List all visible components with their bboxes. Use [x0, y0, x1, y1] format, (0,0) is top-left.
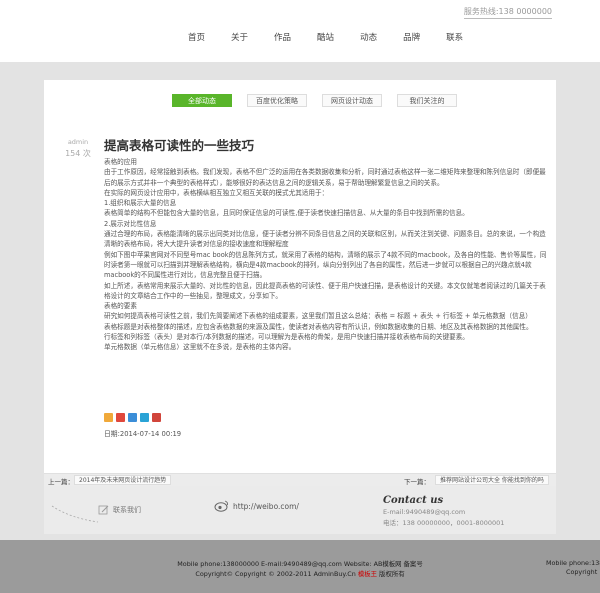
contact-us-title: Contact us — [383, 495, 444, 506]
article-meta: admin 154 次 — [56, 138, 100, 159]
prev-label: 上一篇： — [48, 478, 74, 486]
author-name: admin — [67, 138, 89, 146]
article-paragraph: 行标签和列标签（表头）是对本行/本列数据的描述，可以理解为是表格的骨架，是用户快… — [104, 333, 469, 342]
copyright-highlight[interactable]: 模板王 — [358, 570, 377, 578]
article-paragraph: 由于工作原因，经常接触到表格。我们发现，表格不但广泛的运用在各类数据收集和分析，… — [104, 168, 546, 187]
article-paragraph: 2.展示对比性信息 — [104, 219, 157, 228]
contact-us-label: 联系我们 — [113, 505, 141, 514]
main-nav: 首页 关于 作品 酷站 动态 品牌 联系 — [188, 31, 489, 43]
article-paragraph: 表格简单的结构不但能包含大量的信息，且同时保证信息的可读性,便于读者快速扫描信息… — [104, 209, 469, 218]
footer-copyright-line: Copyright© Copyright © 2002-2011 AdminBu… — [0, 569, 600, 578]
tab-all-news[interactable]: 全部动态 — [172, 94, 232, 107]
nav-news[interactable]: 动态 — [360, 31, 377, 43]
article-paragraph: 1.组织和展示大量的信息 — [104, 199, 177, 208]
article-category: 表格的应用 — [104, 158, 137, 166]
tab-our-focus[interactable]: 我们关注的 — [397, 94, 457, 107]
hotline-text: 服务热线:138 0000000 — [463, 6, 552, 19]
prev-next-bar: 上一篇： 2014年及未来网页设计流行趋势 下一篇： 推荐网站设计公司大全 你能… — [44, 473, 556, 486]
article-paragraph: 在实际的网页设计应用中，表格横纵相互独立又相互关联的模式尤其适用于： — [104, 188, 329, 197]
category-tabs: 全部动态 百度优化策略 网页设计动态 我们关注的 — [172, 94, 472, 107]
article-paragraph: 表格的要素 — [104, 302, 137, 311]
nav-brand[interactable]: 品牌 — [403, 31, 420, 43]
renren-icon[interactable] — [128, 413, 137, 422]
nav-contact[interactable]: 联系 — [446, 31, 463, 43]
article-title: 提高表格可读性的一些技巧 — [104, 138, 255, 153]
article-paragraph: 研究如何提高表格可读性之前，我们先简要阐述下表格的组成要素，这里我们暂且这么总结… — [104, 312, 532, 321]
nav-home[interactable]: 首页 — [188, 31, 205, 43]
copyright-text: Copyright© Copyright © 2002-2011 AdminBu… — [195, 570, 358, 578]
article-paragraph: 通过合理的布局，表格能清晰的展示出同类对比信息，便于读者分辨不同条目信息之间的关… — [104, 230, 546, 249]
article-paragraph: 单元格数据（单元格信息）这里就不在多说，是表格的主体内容。 — [104, 343, 296, 352]
next-label: 下一篇： — [404, 478, 430, 486]
weibo-logo-icon — [214, 500, 229, 512]
contact-email: E-mail:9490489@qq.com — [383, 508, 466, 516]
weibo-icon[interactable] — [116, 413, 125, 422]
article-card: 全部动态 百度优化策略 网页设计动态 我们关注的 admin 154 次 提高表… — [44, 80, 556, 486]
tab-web-design-news[interactable]: 网页设计动态 — [322, 94, 382, 107]
article-paragraph: 表格标题是对表格整体的描述，应包含表格数据的来源及属性，使读者对表格内容有所认识… — [104, 322, 533, 331]
view-count: 154 次 — [65, 149, 91, 158]
tencent-weibo-icon[interactable] — [140, 413, 149, 422]
footer-right-phone: Mobile phone:138 — [546, 559, 600, 567]
footer-right-copyright: Copyright — [566, 568, 598, 576]
qzone-icon[interactable] — [104, 413, 113, 422]
publish-date: 日期:2014-07-14 00:19 — [104, 430, 182, 438]
prev-article-link[interactable]: 2014年及未来网页设计流行趋势 — [74, 475, 172, 485]
footer-contact-line: Mobile phone:138000000 E-mail:9490489@qq… — [177, 560, 423, 568]
contact-strip: 联系我们 http://weibo.com/ Contact us E-mail… — [44, 486, 556, 534]
article-paragraph: 如上所述，表格常用来展示大量的、对比性的信息，因此提高表格的可读性、便于用户快速… — [104, 281, 546, 300]
site-footer: Mobile phone:138000000 E-mail:9490489@qq… — [0, 540, 600, 593]
contact-phone: 电话：138 00000000，0001-8000001 — [383, 519, 505, 527]
copyright-suffix: 版权所有 — [377, 570, 405, 578]
tab-baidu-seo[interactable]: 百度优化策略 — [247, 94, 307, 107]
article-body: 表格的应用 由于工作原因，经常接触到表格。我们发现，表格不但广泛的运用在各类数据… — [104, 155, 550, 353]
contact-us-link[interactable]: 联系我们 — [98, 504, 141, 515]
site-header: 服务热线:138 0000000 首页 关于 作品 酷站 动态 品牌 联系 — [0, 0, 600, 62]
next-article-link[interactable]: 推荐网站设计公司大全 你能找到你的吗 — [435, 475, 549, 485]
nav-cool-sites[interactable]: 酷站 — [317, 31, 334, 43]
nav-about[interactable]: 关于 — [231, 31, 248, 43]
decorative-curve-icon — [51, 505, 99, 523]
article-paragraph: 例如下图中苹果官网对不同型号mac book的信息陈列方式，就采用了表格的结构，… — [104, 250, 547, 280]
nav-works[interactable]: 作品 — [274, 31, 291, 43]
weibo-link[interactable]: http://weibo.com/ — [214, 500, 299, 512]
kaixin-icon[interactable] — [152, 413, 161, 422]
share-bar — [104, 413, 164, 422]
weibo-url: http://weibo.com/ — [233, 501, 299, 511]
pencil-icon — [98, 505, 109, 515]
